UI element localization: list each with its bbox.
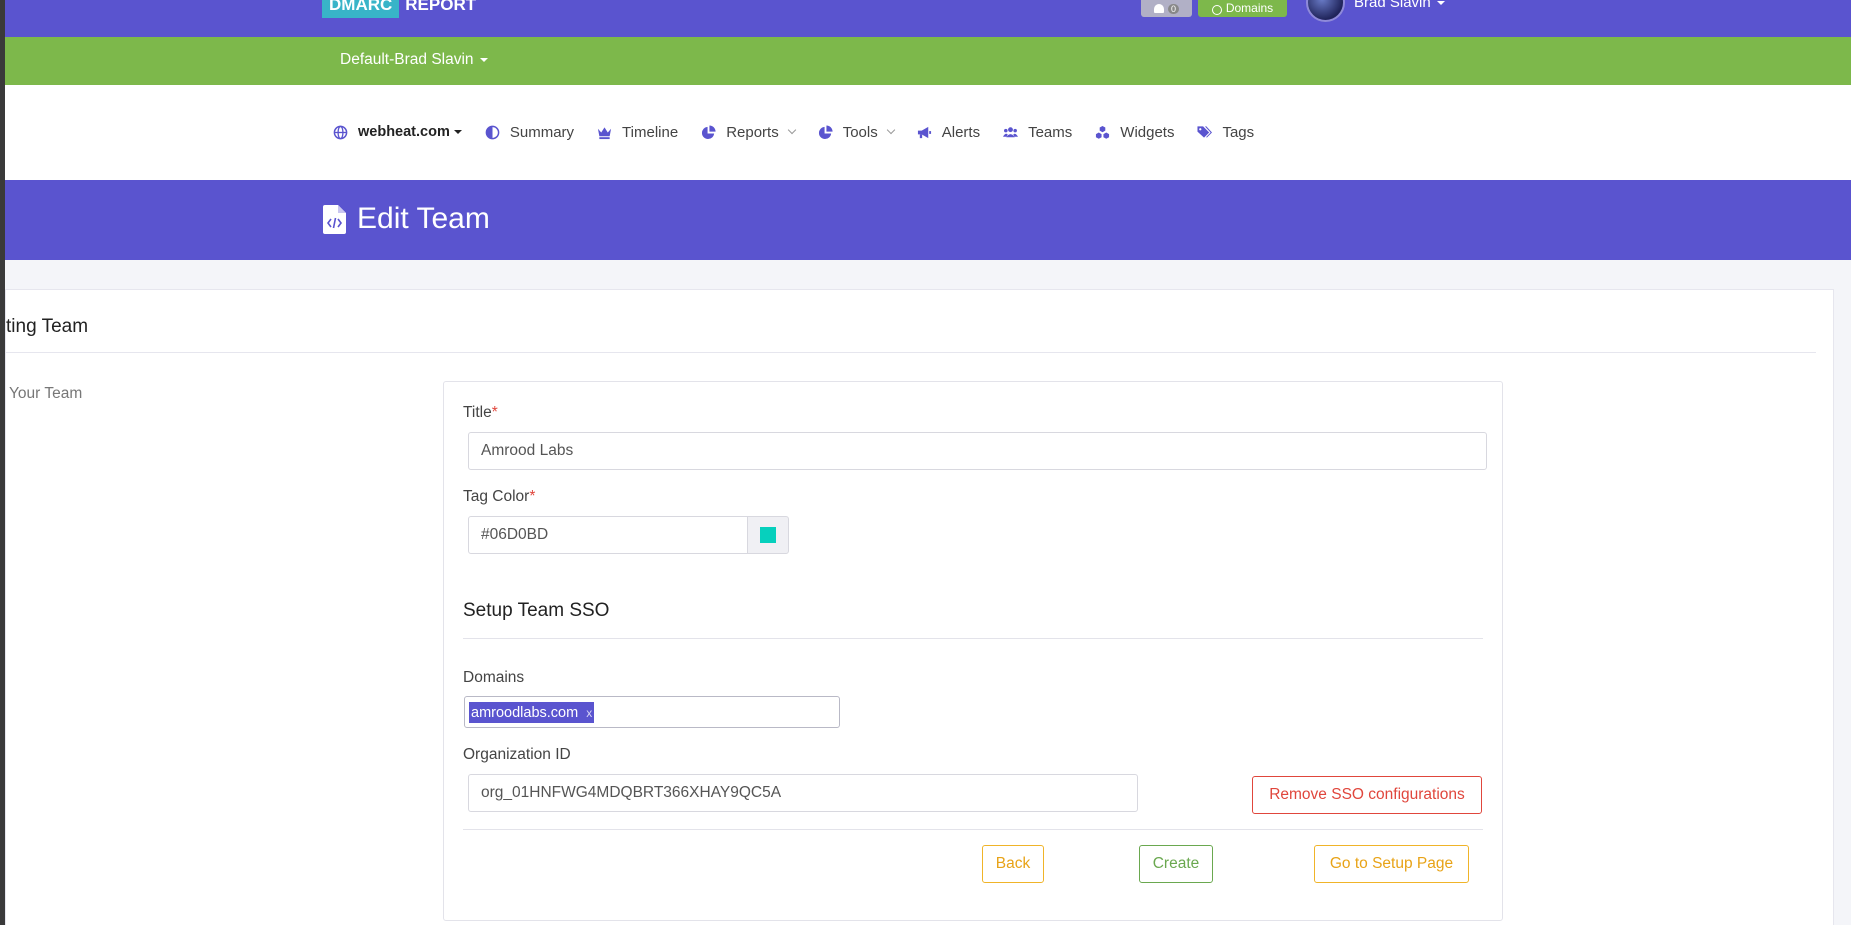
domain-tag-label: amroodlabs.com: [471, 704, 579, 721]
org-id-input[interactable]: org_01HNFWG4MDQBRT366XHAY9QC5A: [468, 774, 1138, 812]
tag-remove-icon[interactable]: x: [586, 706, 592, 720]
brand-logo[interactable]: DMARC REPORT: [322, 0, 476, 18]
required-mark: *: [529, 488, 536, 505]
file-code-icon: [323, 205, 346, 234]
nav-teams-label: Teams: [1028, 123, 1073, 141]
title-label: Title*: [463, 404, 498, 421]
notification-count: 0: [1167, 3, 1179, 14]
nav-tools-label: Tools: [842, 123, 878, 141]
domain-tag[interactable]: amroodlabs.com x: [469, 702, 595, 723]
caret-down-icon: [479, 57, 488, 62]
org-id-label: Organization ID: [463, 746, 571, 763]
nav-teams[interactable]: Teams: [1003, 124, 1072, 141]
back-button[interactable]: Back: [982, 845, 1044, 883]
nav-widgets[interactable]: Widgets: [1095, 124, 1174, 141]
divider: [463, 829, 1483, 830]
nav-widgets-label: Widgets: [1120, 123, 1175, 141]
nav-alerts-label: Alerts: [941, 123, 981, 141]
pie-chart-icon: [701, 124, 716, 140]
color-swatch: [760, 527, 776, 543]
required-mark: *: [491, 404, 498, 421]
domains-label: Domains: [463, 669, 525, 686]
half-circle-icon: [485, 125, 500, 140]
user-name: Brad Slavin: [1354, 0, 1431, 11]
nav-alerts[interactable]: Alerts: [917, 124, 980, 141]
users-icon: [1003, 125, 1019, 140]
nav-summary[interactable]: Summary: [485, 124, 574, 141]
caret-down-icon: [453, 130, 462, 134]
pie-chart-icon: [818, 124, 833, 140]
nav-tools[interactable]: Tools: [818, 123, 895, 141]
globe-icon: [333, 125, 348, 140]
notifications-button[interactable]: 0: [1141, 0, 1192, 17]
page-title: Edit Team: [357, 202, 490, 235]
tags-icon: [1197, 125, 1213, 140]
account-bar: Default-Brad Slavin: [0, 37, 1851, 85]
user-menu[interactable]: Brad Slavin: [1354, 0, 1445, 11]
domains-tag-input[interactable]: amroodlabs.com x: [464, 696, 840, 728]
sso-section-title: Setup Team SSO: [463, 600, 610, 621]
account-label: Default-Brad Slavin: [340, 51, 474, 68]
nav-tags-label: Tags: [1222, 123, 1255, 141]
nav-domain-label: webheat.com: [358, 124, 450, 140]
top-bar: DMARC REPORT 0 Domains Brad Slavin: [0, 0, 1851, 37]
window-edge: [0, 0, 5, 925]
page-header: Edit Team: [0, 180, 1851, 260]
side-tab-your-team[interactable]: Your Team: [9, 385, 82, 403]
bell-icon: [1153, 4, 1164, 13]
divider: [6, 352, 1816, 353]
nav-reports[interactable]: Reports: [701, 123, 796, 141]
title-input[interactable]: Amrood Labs: [468, 432, 1487, 470]
cubes-icon: [1095, 125, 1110, 140]
color-picker-button[interactable]: [747, 516, 789, 554]
card-title: ting Team: [6, 316, 89, 337]
nav-summary-label: Summary: [509, 123, 575, 141]
megaphone-icon: [917, 125, 932, 140]
nav-reports-label: Reports: [726, 123, 779, 141]
caret-down-icon: [1436, 1, 1445, 6]
avatar[interactable]: [1306, 0, 1345, 22]
crown-icon: [597, 125, 612, 140]
nav-domain-dropdown[interactable]: webheat.com: [333, 124, 462, 140]
logo-report: REPORT: [405, 0, 477, 14]
logo-dmarc: DMARC: [322, 0, 400, 18]
domains-button-label: Domains: [1225, 1, 1274, 15]
remove-sso-button[interactable]: Remove SSO configurations: [1252, 776, 1482, 814]
tag-color-label: Tag Color*: [463, 488, 536, 505]
divider: [463, 638, 1483, 639]
nav-tags[interactable]: Tags: [1197, 124, 1254, 141]
nav-timeline[interactable]: Timeline: [597, 124, 678, 141]
account-dropdown[interactable]: Default-Brad Slavin: [340, 51, 488, 69]
go-to-setup-page-button[interactable]: Go to Setup Page: [1314, 845, 1469, 883]
globe-icon: [1211, 5, 1222, 15]
create-button[interactable]: Create: [1139, 845, 1213, 883]
tag-color-input[interactable]: #06D0BD: [468, 516, 748, 554]
domains-button[interactable]: Domains: [1198, 0, 1287, 17]
chevron-down-icon: [787, 125, 796, 135]
main-nav: webheat.com Summary Timeline Reports Too…: [0, 85, 1851, 180]
nav-timeline-label: Timeline: [622, 123, 679, 141]
chevron-down-icon: [886, 125, 895, 135]
